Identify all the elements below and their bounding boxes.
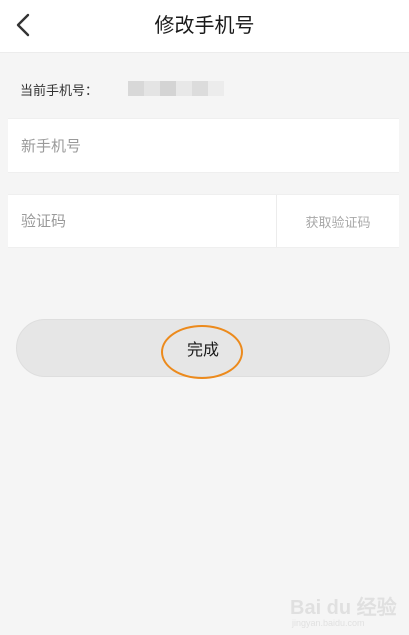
verification-code-input[interactable] <box>21 195 261 247</box>
submit-button-label: 完成 <box>186 340 219 359</box>
chevron-left-icon <box>16 13 30 37</box>
verification-row: 获取验证码 <box>8 194 399 248</box>
new-phone-row <box>8 118 399 173</box>
submit-button[interactable]: 完成 <box>16 319 390 377</box>
back-button[interactable] <box>6 8 40 42</box>
watermark: Bai du 经验 jingyan.baidu.com <box>290 582 402 630</box>
current-phone-row: 当前手机号： <box>20 80 99 99</box>
watermark-sub: jingyan.baidu.com <box>292 618 365 628</box>
new-phone-input[interactable] <box>21 119 381 172</box>
get-code-button[interactable]: 获取验证码 <box>277 195 399 247</box>
current-phone-masked-value <box>128 81 224 96</box>
page-title: 修改手机号 <box>154 13 255 37</box>
nav-bar: 修改手机号 <box>0 0 409 53</box>
watermark-text: Bai du 经验 <box>290 597 397 619</box>
current-phone-label: 当前手机号： <box>20 83 99 99</box>
